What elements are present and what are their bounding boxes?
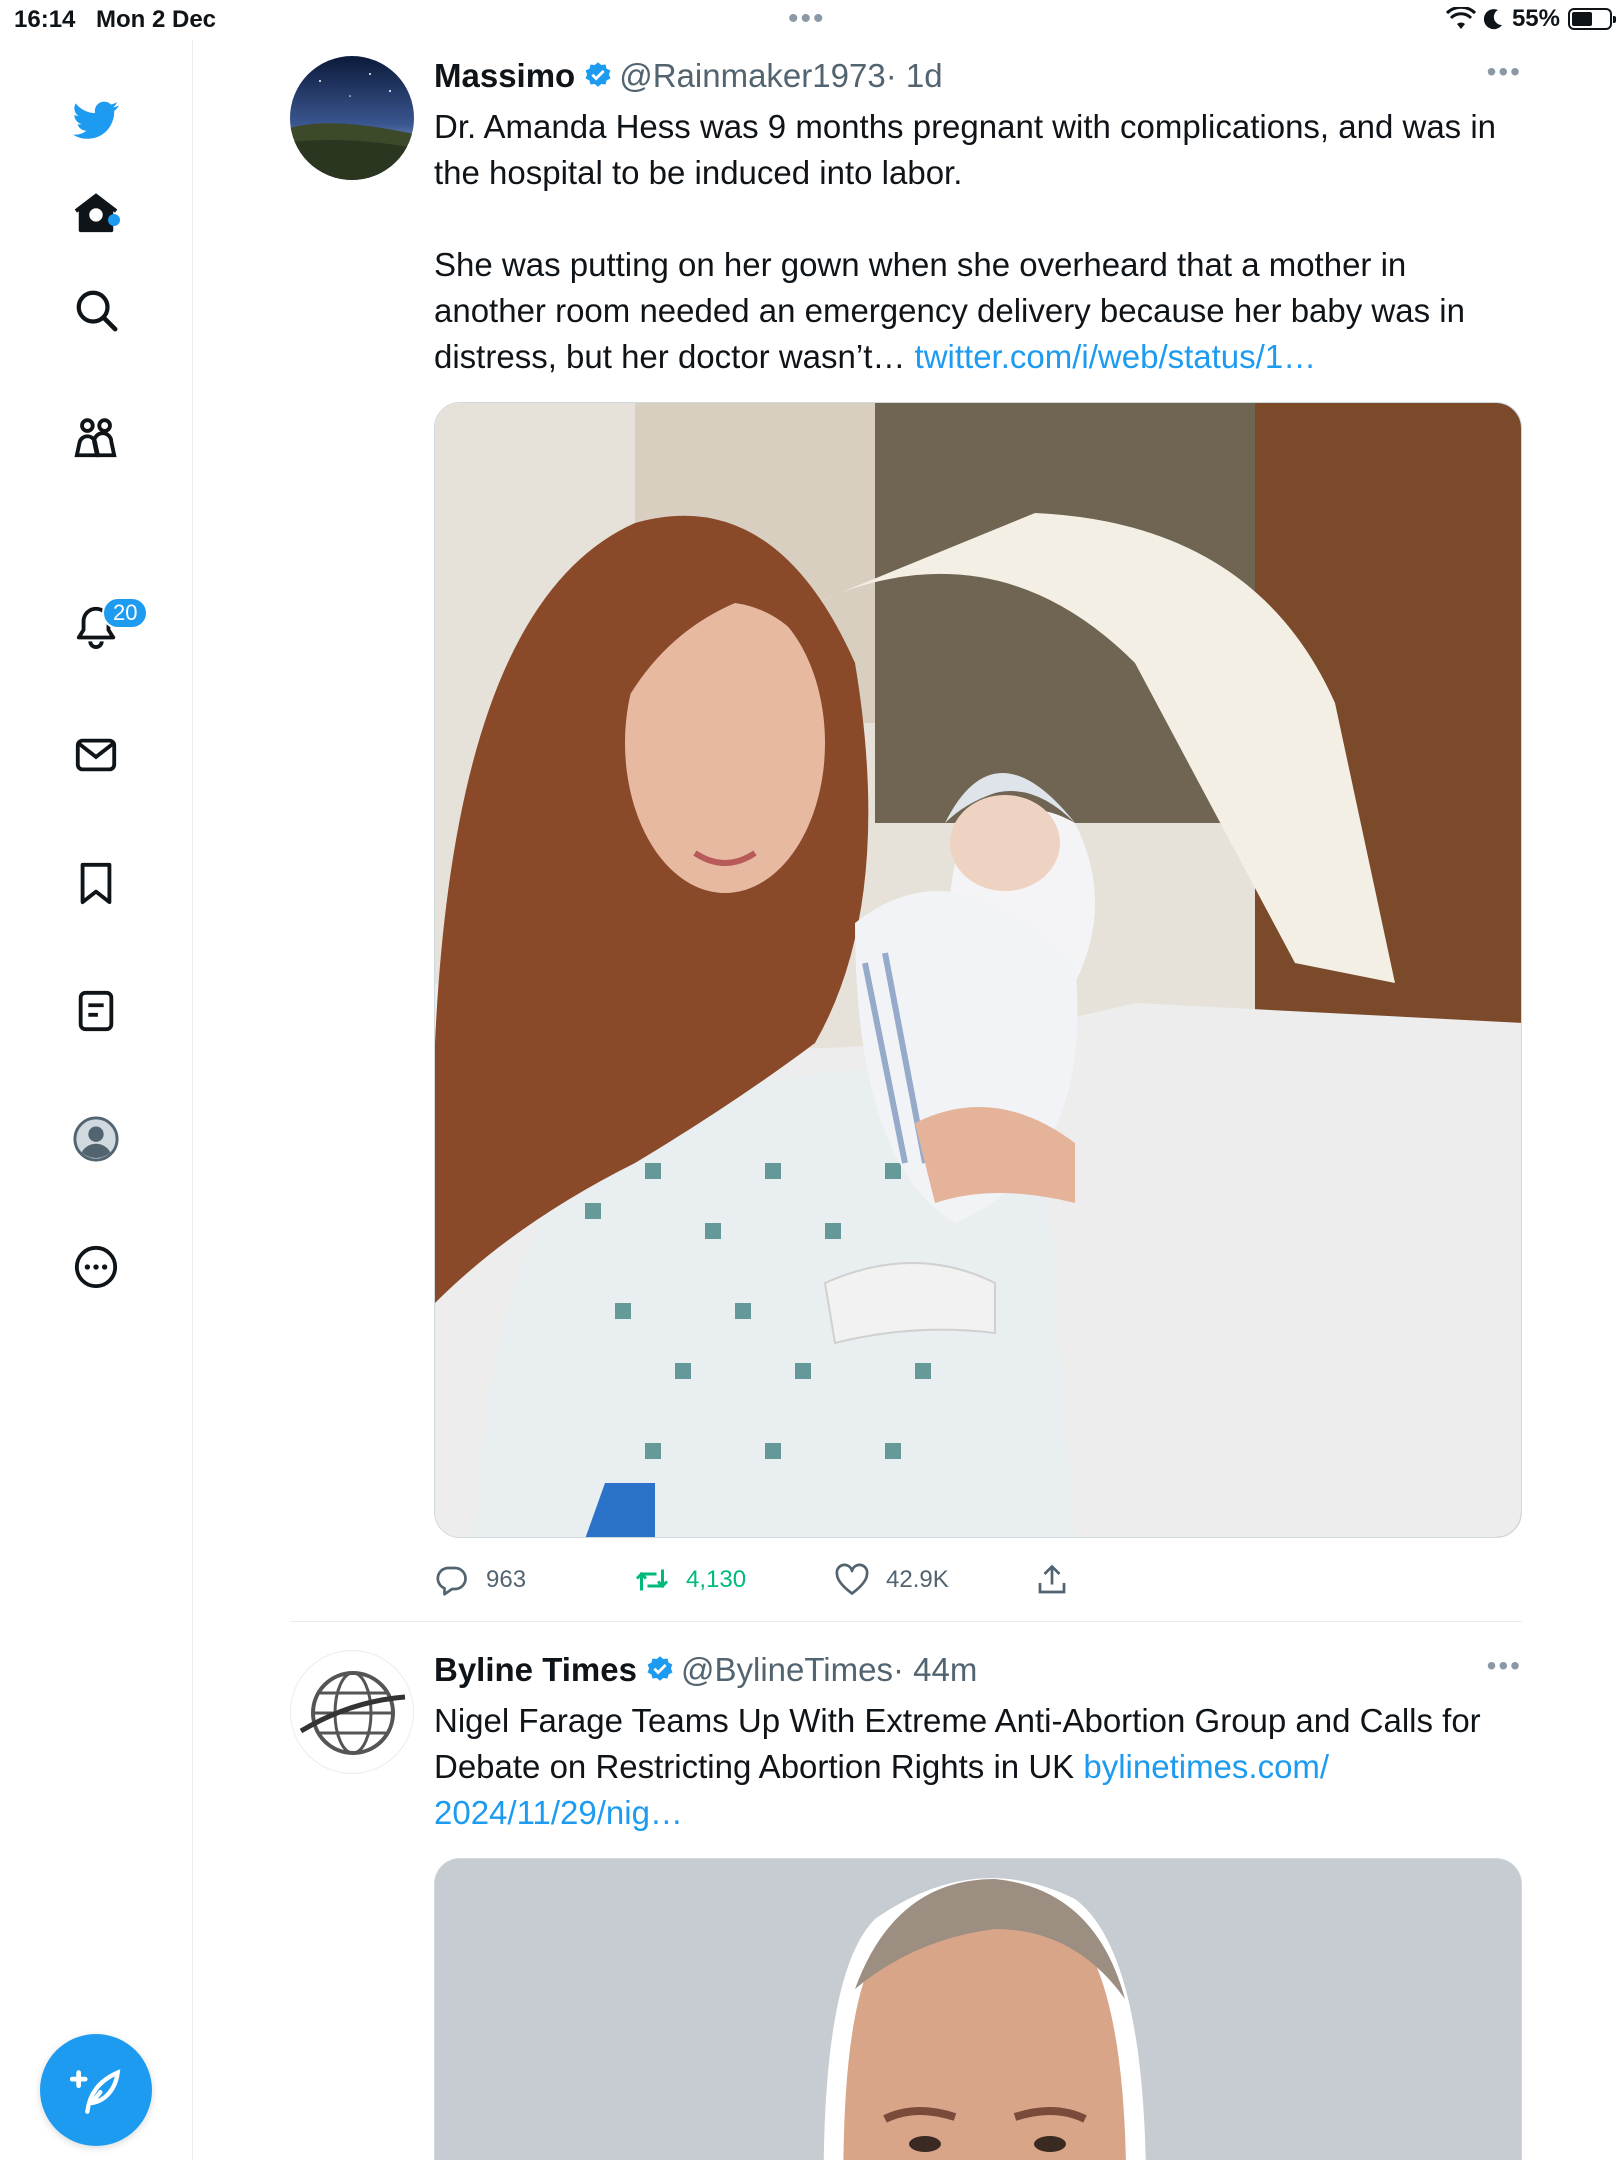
- avatar[interactable]: [290, 1650, 414, 1774]
- compose-feather-icon: [70, 2069, 121, 2114]
- reply-icon: [436, 1566, 467, 1596]
- tweet-divider: [290, 1621, 1522, 1622]
- tweet[interactable]: Byline Times @BylineTimes · 44m ••• Nige…: [290, 1650, 1522, 2160]
- share-icon: [1038, 1564, 1066, 1594]
- author-handle[interactable]: @Rainmaker1973: [619, 56, 885, 96]
- tweet-photo: [435, 403, 1521, 1537]
- home-unread-dot: [108, 214, 120, 226]
- battery-icon: [1568, 8, 1616, 30]
- retweet-icon: [635, 1569, 669, 1591]
- retweet-count: 4,130: [686, 1566, 747, 1593]
- tweet-body: Massimo @Rainmaker1973 · 1d ••• Dr. Aman…: [434, 56, 1522, 1610]
- tweet-text: Dr. Amanda Hess was 9 months pregnant wi…: [434, 104, 1522, 380]
- notifications-badge: 20: [102, 597, 149, 629]
- reply-count: 963: [486, 1566, 527, 1593]
- tweet-text-p1: Dr. Amanda Hess was 9 months pregnant wi…: [434, 108, 1506, 191]
- reply-button[interactable]: 963: [434, 1562, 634, 1598]
- tweet[interactable]: Massimo @Rainmaker1973 · 1d ••• Dr. Aman…: [290, 56, 1522, 1596]
- share-button[interactable]: [1034, 1562, 1070, 1598]
- search-icon[interactable]: [66, 280, 126, 340]
- messages-icon[interactable]: [66, 725, 126, 785]
- tweet-more-options-icon[interactable]: •••: [1487, 56, 1522, 88]
- lists-icon[interactable]: [66, 981, 126, 1041]
- tweet-header: Massimo @Rainmaker1973 · 1d: [434, 56, 1522, 96]
- profile-icon[interactable]: [66, 1109, 126, 1169]
- tweet-actions: 963 4,130 42.9K: [434, 1550, 1522, 1610]
- multitasking-dots-icon[interactable]: •••: [788, 2, 826, 36]
- verified-badge-icon: [645, 1655, 675, 1685]
- moon-icon: [1483, 9, 1502, 30]
- tweet-time[interactable]: · 44m: [893, 1650, 977, 1690]
- status-date: Mon 2 Dec: [96, 6, 217, 33]
- tweet-text: Nigel Farage Teams Up With Extreme Anti-…: [434, 1698, 1522, 1836]
- heart-icon: [835, 1563, 869, 1595]
- communities-icon[interactable]: [66, 408, 126, 468]
- tweet-image[interactable]: [434, 1858, 1522, 2160]
- retweet-button[interactable]: 4,130: [634, 1562, 834, 1598]
- battery-percent: 55%: [1511, 5, 1560, 32]
- bookmarks-icon[interactable]: [66, 853, 126, 913]
- twitter-logo-icon[interactable]: [66, 90, 126, 150]
- author-handle[interactable]: @BylineTimes: [681, 1650, 893, 1690]
- status-time: 16:14: [14, 6, 76, 33]
- sidebar: 20: [0, 40, 193, 2160]
- more-icon[interactable]: [66, 1237, 126, 1297]
- home-icon[interactable]: [66, 183, 126, 243]
- tweet-image[interactable]: [434, 402, 1522, 1538]
- tweet-body: Byline Times @BylineTimes · 44m ••• Nige…: [434, 1650, 1522, 2160]
- like-count: 42.9K: [886, 1566, 949, 1593]
- avatar[interactable]: [290, 56, 414, 180]
- tweet-header: Byline Times @BylineTimes · 44m: [434, 1650, 1522, 1690]
- author-name[interactable]: Byline Times: [434, 1650, 637, 1690]
- status-indicators: 55%: [1445, 5, 1616, 33]
- tweet-link[interactable]: twitter.com/i/web/status/1…: [915, 338, 1317, 375]
- wifi-icon: [1445, 7, 1476, 29]
- compose-tweet-button[interactable]: [40, 2034, 152, 2146]
- verified-badge-icon: [583, 61, 613, 91]
- tweet-photo: [435, 1859, 1521, 2160]
- like-button[interactable]: 42.9K: [834, 1562, 1034, 1598]
- battery-fill: [1572, 12, 1592, 26]
- tweet-time[interactable]: · 1d: [886, 56, 943, 96]
- status-bar: 16:14 Mon 2 Dec ••• 55%: [0, 0, 1620, 40]
- author-name[interactable]: Massimo: [434, 56, 575, 96]
- tweet-more-options-icon[interactable]: •••: [1487, 1650, 1522, 1682]
